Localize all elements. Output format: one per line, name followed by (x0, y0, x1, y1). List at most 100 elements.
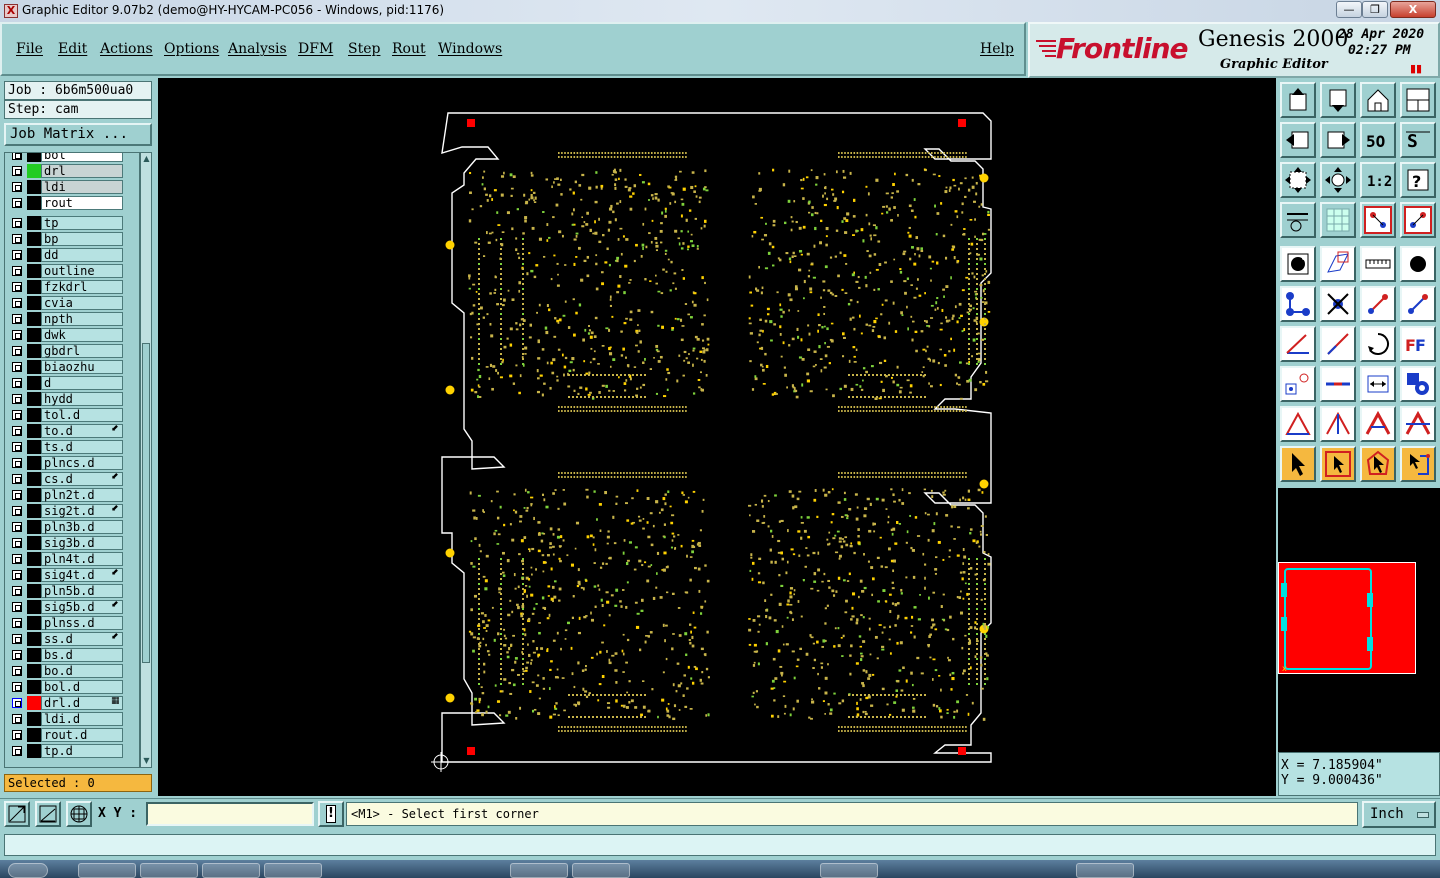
layer-color-swatch[interactable] (27, 600, 41, 614)
dot-button[interactable] (1400, 246, 1436, 282)
layer-name[interactable]: ldi.d (41, 712, 123, 726)
shape-button[interactable] (1320, 246, 1356, 282)
select-box-button[interactable] (1320, 446, 1356, 482)
grid-button[interactable] (1320, 202, 1356, 238)
layer-color-swatch[interactable] (27, 296, 41, 310)
layer-name[interactable]: bol.d (41, 680, 123, 694)
snap-grid-button[interactable] (1280, 202, 1316, 238)
layer-color-swatch[interactable] (27, 248, 41, 262)
layer-name[interactable]: gbdrl (41, 344, 123, 358)
snap-mode-button[interactable] (4, 801, 30, 827)
layer-row-gbdrl[interactable]: gbdrl (5, 343, 139, 359)
layer-color-swatch[interactable] (27, 408, 41, 422)
taskbar-app[interactable] (202, 863, 260, 878)
layer-color-swatch[interactable] (27, 312, 41, 326)
layer-checkbox[interactable] (12, 298, 22, 308)
help-button[interactable]: ? (1400, 162, 1436, 198)
layer-color-swatch[interactable] (27, 196, 41, 210)
layer-checkbox[interactable] (12, 506, 22, 516)
select-arrow-button[interactable] (1280, 446, 1316, 482)
layer-color-swatch[interactable] (27, 344, 41, 358)
layer-checkbox[interactable] (12, 666, 22, 676)
layer-row-drl-d[interactable]: drl.d ▦ (5, 695, 139, 711)
layer-color-swatch[interactable] (27, 696, 41, 710)
layer-name[interactable]: ts.d (41, 440, 123, 454)
layer-name[interactable]: d (41, 376, 123, 390)
message-field[interactable] (4, 834, 1436, 856)
select-poly-button[interactable] (1360, 446, 1396, 482)
layer-checkbox[interactable] (12, 586, 22, 596)
layer-row-pln3b-d[interactable]: pln3b.d (5, 519, 139, 535)
layer-checkbox[interactable] (12, 474, 22, 484)
layer-checkbox[interactable] (12, 346, 22, 356)
layer-checkbox[interactable] (12, 198, 22, 208)
pause-icon[interactable]: ▮▮ (1410, 62, 1422, 75)
layer-row-sig5b-d[interactable]: sig5b.d ⬋ (5, 599, 139, 615)
layer-checkbox[interactable] (12, 490, 22, 500)
layer-color-swatch[interactable] (27, 440, 41, 454)
layer-color-swatch[interactable] (27, 664, 41, 678)
job-matrix-button[interactable]: Job Matrix ... (4, 123, 152, 146)
layer-name[interactable]: tp.d (41, 744, 123, 758)
layer-checkbox[interactable] (12, 218, 22, 228)
layer-row-d[interactable]: d (5, 375, 139, 391)
menu-edit[interactable]: Edit (58, 41, 87, 57)
layer-color-swatch[interactable] (27, 648, 41, 662)
layer-row-cs-d[interactable]: cs.d ⬋ (5, 471, 139, 487)
scale-1-2-button[interactable]: 1:2 (1360, 162, 1396, 198)
layer-checkbox[interactable] (12, 410, 22, 420)
triangle-frame-button[interactable] (1360, 406, 1396, 442)
layer-row-npth[interactable]: npth (5, 311, 139, 327)
layer-name[interactable]: tol.d (41, 408, 123, 422)
pad-button[interactable] (1280, 246, 1316, 282)
layer-checkbox[interactable] (12, 730, 22, 740)
angle-mode-button[interactable] (35, 801, 61, 827)
taskbar-app[interactable] (1076, 863, 1134, 878)
layer-checkbox[interactable] (12, 182, 22, 192)
layer-row-pln2t-d[interactable]: pln2t.d (5, 487, 139, 503)
layer-checkbox[interactable] (12, 634, 22, 644)
select-net-button[interactable] (1400, 446, 1436, 482)
layer-row-biaozhu[interactable]: biaozhu (5, 359, 139, 375)
layer-name[interactable]: pln5b.d (41, 584, 123, 598)
layer-checkbox[interactable] (12, 538, 22, 548)
layer-color-swatch[interactable] (27, 392, 41, 406)
layer-checkbox[interactable] (12, 602, 22, 612)
layer-color-swatch[interactable] (27, 680, 41, 694)
layer-checkbox[interactable] (12, 618, 22, 628)
undo-zoom-button[interactable]: 5O (1360, 122, 1396, 158)
arrow-line-button[interactable] (1400, 286, 1436, 322)
layer-color-swatch[interactable] (27, 568, 41, 582)
measure-button[interactable] (1360, 366, 1396, 402)
layer-row-pln5b-d[interactable]: pln5b.d (5, 583, 139, 599)
layer-row-bs-d[interactable]: bs.d (5, 647, 139, 663)
layer-row-ss-d[interactable]: ss.d ⬋ (5, 631, 139, 647)
layer-row-dwk[interactable]: dwk (5, 327, 139, 343)
menu-rout[interactable]: Rout (392, 41, 426, 57)
layer-checkbox[interactable] (12, 714, 22, 724)
angle-button[interactable] (1280, 326, 1316, 362)
layer-checkbox[interactable] (12, 746, 22, 756)
layer-color-swatch[interactable] (27, 616, 41, 630)
layer-color-swatch[interactable] (27, 536, 41, 550)
layer-row-sig3b-d[interactable]: sig3b.d (5, 535, 139, 551)
layer-name[interactable]: outline (41, 264, 123, 278)
layer-name[interactable]: pln4t.d (41, 552, 123, 566)
layer-color-swatch[interactable] (27, 180, 41, 194)
layer-name[interactable]: rout (41, 196, 123, 210)
menu-step[interactable]: Step (348, 41, 380, 57)
layer-row-bo-d[interactable]: bo.d (5, 663, 139, 679)
layer-row-outline[interactable]: outline (5, 263, 139, 279)
layer-color-swatch[interactable] (27, 216, 41, 230)
layer-row-ts-d[interactable]: ts.d (5, 439, 139, 455)
layer-color-swatch[interactable] (27, 360, 41, 374)
layer-color-swatch[interactable] (27, 712, 41, 726)
zoom-center-button[interactable] (1320, 162, 1356, 198)
copy-layer-button[interactable] (1320, 82, 1356, 118)
layer-checkbox[interactable] (12, 330, 22, 340)
layer-row-plncs-d[interactable]: plncs.d (5, 455, 139, 471)
layer-row-ldi-d[interactable]: ldi.d (5, 711, 139, 727)
layer-name[interactable]: dd (41, 248, 123, 262)
layer-color-swatch[interactable] (27, 164, 41, 178)
taskbar-app[interactable] (820, 863, 878, 878)
